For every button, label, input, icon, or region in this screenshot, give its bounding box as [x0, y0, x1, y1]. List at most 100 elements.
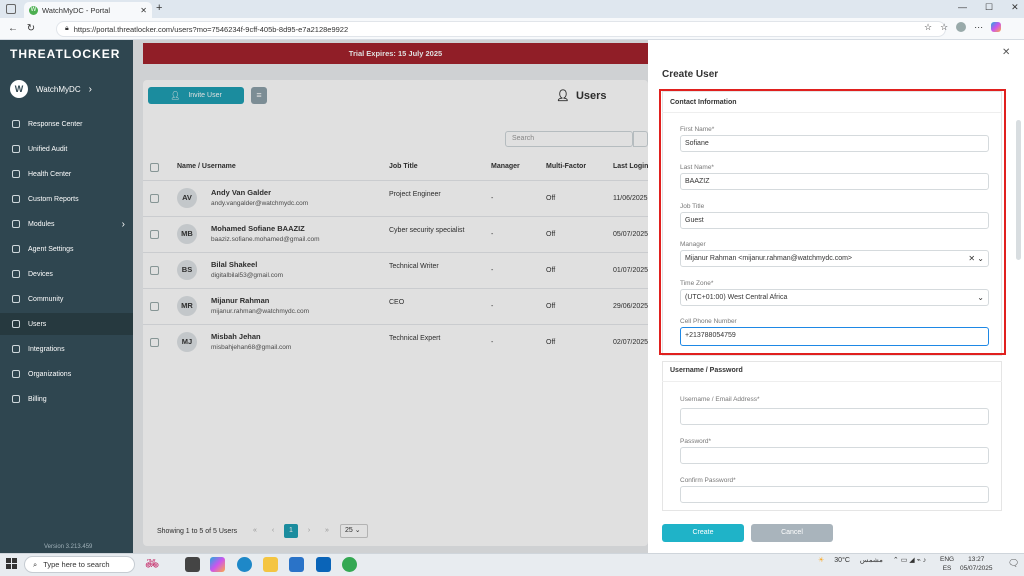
- sidebar-item-billing[interactable]: Billing: [0, 388, 133, 410]
- browser-tab[interactable]: W WatchMyDC - Portal ✕: [24, 2, 152, 18]
- username-field[interactable]: [680, 408, 989, 425]
- system-tray: ☀︎ 30°C مشمس ⌃ ▭ ◢ ⌁ ♪: [818, 556, 926, 565]
- weather-temp: 30°C: [834, 556, 850, 564]
- version-label: Version 3.213.459: [44, 544, 93, 550]
- sidebar-item-icon: [12, 195, 20, 203]
- sidebar-item-custom-reports[interactable]: Custom Reports: [0, 188, 133, 210]
- copilot-icon[interactable]: [991, 22, 1002, 32]
- sidebar-item-label: Community: [28, 295, 64, 303]
- sidebar-item-community[interactable]: Community: [0, 288, 133, 310]
- new-tab-icon[interactable]: +: [156, 2, 162, 14]
- tab-title: WatchMyDC - Portal: [42, 5, 111, 15]
- sidebar-item-label: Health Center: [28, 170, 72, 178]
- sidebar-item-modules[interactable]: Modules ›: [0, 213, 133, 235]
- divider: [662, 381, 1002, 382]
- lock-icon: 🔒︎: [65, 25, 69, 32]
- address-bar[interactable]: 🔒︎ https://portal.threatlocker.com/users…: [56, 21, 946, 37]
- favicon-icon: W: [29, 5, 38, 15]
- sidebar-item-icon: [12, 170, 20, 178]
- drawer-title: Create User: [662, 69, 719, 80]
- create-button[interactable]: Create: [662, 524, 744, 542]
- sidebar-item-icon: [12, 370, 20, 378]
- browser-tab-bar: [0, 0, 1024, 18]
- tab-close-icon[interactable]: ✕: [140, 6, 147, 15]
- taskbar-search-placeholder: Type here to search: [43, 560, 110, 569]
- copilot-app-icon[interactable]: [210, 557, 225, 572]
- weather-icon: ☀︎: [818, 557, 825, 564]
- sidebar-item-response-center[interactable]: Response Center: [0, 113, 133, 135]
- refresh-icon[interactable]: ↻: [24, 21, 38, 37]
- confirm-password-field[interactable]: [680, 486, 989, 503]
- sidebar-item-icon: [12, 345, 20, 353]
- start-icon[interactable]: [6, 558, 17, 569]
- clock-time: 13:27: [968, 556, 985, 563]
- nav-buttons: ← ↻: [6, 21, 38, 37]
- sidebar-item-icon: [12, 395, 20, 403]
- sidebar-item-label: Billing: [28, 395, 47, 403]
- task-view-icon[interactable]: [185, 557, 200, 572]
- more-icon[interactable]: ⋯: [974, 22, 983, 33]
- credentials-section-title: Username / Password: [670, 367, 743, 374]
- clock[interactable]: 13:27 05/07/2025: [960, 555, 993, 573]
- close-window-icon[interactable]: ✕: [1011, 2, 1019, 13]
- favorite-star-icon[interactable]: ☆: [924, 22, 932, 33]
- outlook-icon[interactable]: [316, 557, 331, 572]
- language-code: ENG: [940, 556, 955, 563]
- annotation-highlight-box: [659, 89, 1006, 355]
- browser-menu-icon[interactable]: [6, 4, 16, 14]
- chevron-right-icon: ›: [88, 83, 92, 95]
- password-field[interactable]: [680, 447, 989, 464]
- modal-overlay[interactable]: [133, 40, 648, 553]
- sidebar-item-label: Agent Settings: [28, 245, 74, 253]
- window-controls: — ☐ ✕: [958, 2, 1019, 13]
- cancel-button[interactable]: Cancel: [751, 524, 833, 542]
- sidebar-item-icon: [12, 120, 20, 128]
- close-icon[interactable]: ✕: [1002, 47, 1010, 58]
- account-name: WatchMyDC: [36, 84, 81, 94]
- sidebar-item-icon: [12, 270, 20, 278]
- sidebar-item-icon: [12, 145, 20, 153]
- region-code: ES: [942, 565, 952, 572]
- taskbar-search[interactable]: ⌕ Type here to search: [24, 556, 135, 573]
- language-indicator[interactable]: ENG ES: [940, 555, 954, 573]
- username-label: Username / Email Address*: [680, 396, 760, 403]
- sidebar-item-health-center[interactable]: Health Center: [0, 163, 133, 185]
- sidebar-item-agent-settings[interactable]: Agent Settings: [0, 238, 133, 260]
- clock-date: 05/07/2025: [960, 565, 993, 572]
- sidebar-item-unified-audit[interactable]: Unified Audit: [0, 138, 133, 160]
- chrome-icon[interactable]: [342, 557, 357, 572]
- sidebar-item-devices[interactable]: Devices: [0, 263, 133, 285]
- sidebar-item-label: Unified Audit: [28, 145, 68, 153]
- notification-icon[interactable]: 🗨︎: [1008, 558, 1019, 569]
- drawer-scrollbar[interactable]: [1016, 120, 1021, 260]
- bicycle-icon: 🚲︎: [145, 558, 159, 570]
- sidebar-item-organizations[interactable]: Organizations: [0, 363, 133, 385]
- edge-icon[interactable]: [237, 557, 252, 572]
- account-switcher[interactable]: W WatchMyDC ›: [10, 80, 92, 98]
- password-label: Password*: [680, 438, 712, 445]
- favorites-icon[interactable]: ☆: [940, 22, 948, 33]
- tray-icons[interactable]: ⌃ ▭ ◢ ⌁ ♪: [893, 556, 926, 564]
- search-icon: ⌕: [33, 559, 38, 569]
- sidebar-item-label: Users: [28, 320, 47, 328]
- file-explorer-icon[interactable]: [263, 557, 278, 572]
- sidebar-item-icon: [12, 295, 20, 303]
- url-text: https://portal.threatlocker.com/users?mo…: [73, 24, 349, 34]
- profile-icon[interactable]: [956, 22, 967, 32]
- sidebar-item-icon: [12, 245, 20, 253]
- minimize-icon[interactable]: —: [958, 2, 967, 13]
- sidebar-item-icon: [12, 320, 20, 328]
- chevron-right-icon: ›: [121, 218, 125, 230]
- threatlocker-logo: THREATLOCKER: [10, 47, 121, 61]
- sidebar-item-label: Organizations: [28, 370, 72, 378]
- sidebar-item-label: Response Center: [28, 120, 83, 128]
- browser-actions: ☆ ☆ ⋯: [924, 22, 1002, 33]
- back-icon[interactable]: ←: [6, 21, 20, 37]
- sidebar-item-label: Modules: [28, 220, 55, 228]
- sidebar-item-integrations[interactable]: Integrations: [0, 338, 133, 360]
- maximize-icon[interactable]: ☐: [985, 2, 993, 13]
- sidebar-item-users[interactable]: Users: [0, 313, 133, 335]
- store-icon[interactable]: [289, 557, 304, 572]
- account-avatar: W: [10, 80, 28, 98]
- sidebar-item-label: Integrations: [28, 345, 65, 353]
